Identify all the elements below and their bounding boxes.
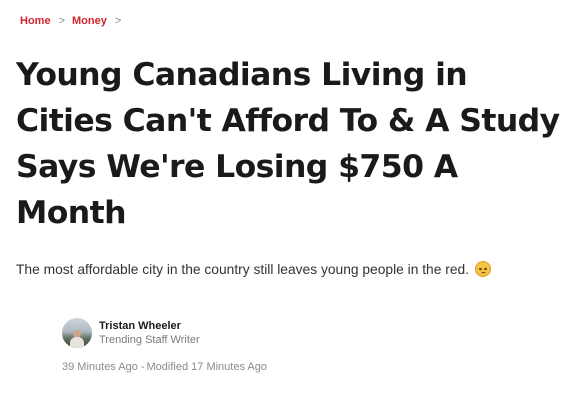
article-timestamps: 39 Minutes Ago - Modified 17 Minutes Ago [62, 361, 267, 373]
article-subheadline: The most affordable city in the country … [16, 261, 492, 277]
published-time: 39 Minutes Ago [62, 361, 138, 373]
breadcrumb-home-link[interactable]: Home [20, 15, 51, 27]
breadcrumb-money-link[interactable]: Money [72, 15, 107, 27]
breadcrumb: Home > Money > [20, 15, 121, 27]
breadcrumb-separator: > [58, 15, 65, 27]
article-headline: Young Canadians Living in Cities Can't A… [16, 57, 560, 231]
modified-time: Modified 17 Minutes Ago [146, 361, 267, 373]
author-info: Tristan Wheeler Trending Staff Writer [99, 320, 200, 347]
disappointed-face-icon [475, 261, 492, 277]
breadcrumb-separator: > [114, 15, 122, 27]
subheadline-text: The most affordable city in the country … [16, 261, 470, 277]
timestamp-separator: - [140, 361, 145, 373]
author-avatar[interactable] [62, 318, 92, 348]
author-role: Trending Staff Writer [99, 333, 200, 346]
author-name-link[interactable]: Tristan Wheeler [99, 320, 200, 333]
author-byline: Tristan Wheeler Trending Staff Writer [62, 318, 200, 348]
